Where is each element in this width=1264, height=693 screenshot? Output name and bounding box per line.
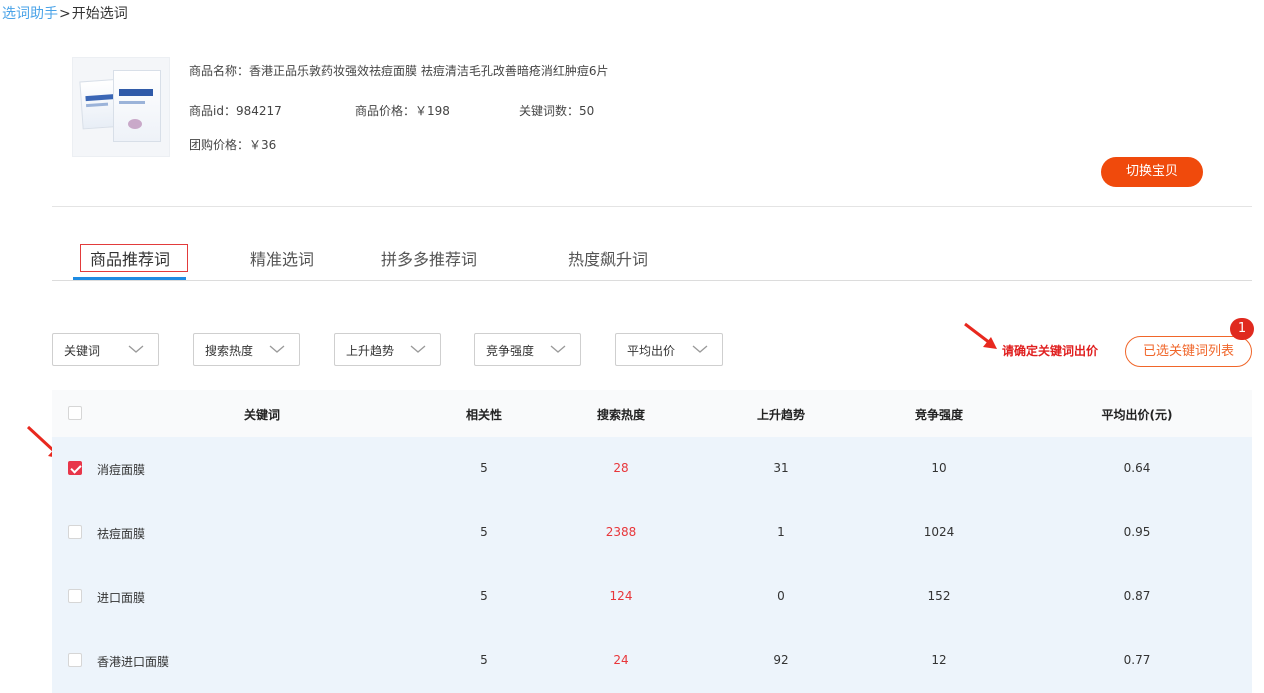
cell-keyword: 祛痘面膜 <box>97 527 146 541</box>
filter-search-heat-dropdown[interactable]: 搜索热度 <box>193 333 300 366</box>
filter-rising-trend-dropdown[interactable]: 上升趋势 <box>334 333 441 366</box>
selected-keywords-button[interactable]: 已选关键词列表 <box>1125 336 1252 367</box>
filter-label: 上升趋势 <box>346 344 395 358</box>
filter-label: 关键词 <box>64 344 101 358</box>
chevron-down-icon <box>692 345 708 353</box>
cell-keyword: 进口面膜 <box>97 591 146 605</box>
product-package-back <box>113 70 161 142</box>
filter-competition-dropdown[interactable]: 竞争强度 <box>474 333 581 366</box>
cell-avg-bid: 0.95 <box>1123 525 1151 539</box>
cell-relevance: 5 <box>480 461 488 475</box>
cell-competition: 1024 <box>923 525 955 539</box>
row-checkbox[interactable] <box>68 653 82 667</box>
cell-search-heat: 28 <box>613 461 629 475</box>
tab-product-recommended[interactable]: 商品推荐词 <box>90 246 170 270</box>
tab-active-underline <box>73 277 186 280</box>
select-all-checkbox[interactable] <box>68 406 82 420</box>
tab-precise-selection[interactable]: 精准选词 <box>250 246 314 270</box>
selected-count-badge: 1 <box>1230 318 1254 340</box>
cell-competition: 10 <box>931 461 947 475</box>
cell-avg-bid: 0.87 <box>1123 589 1151 603</box>
cell-keyword: 消痘面膜 <box>97 463 146 477</box>
breadcrumb: 选词助手>开始选词 <box>2 3 128 23</box>
cell-relevance: 5 <box>480 525 488 539</box>
table-header: 关键词 相关性 搜索热度 上升趋势 竞争强度 平均出价(元) <box>52 390 1252 437</box>
table-row[interactable]: 香港进口面膜 5 24 92 12 0.77 <box>52 629 1252 693</box>
row-checkbox[interactable] <box>68 461 82 475</box>
cell-avg-bid: 0.77 <box>1123 653 1151 667</box>
cell-keyword: 香港进口面膜 <box>97 655 170 669</box>
row-checkbox[interactable] <box>68 589 82 603</box>
cell-avg-bid: 0.64 <box>1123 461 1151 475</box>
breadcrumb-current: 开始选词 <box>71 6 128 22</box>
switch-product-button[interactable]: 切换宝贝 <box>1101 157 1203 187</box>
filter-keyword-dropdown[interactable]: 关键词 <box>52 333 159 366</box>
group-price: 团购价格：￥36 <box>189 138 277 152</box>
keyword-count: 关键词数：50 <box>519 104 595 118</box>
header-competition[interactable]: 竞争强度 <box>915 406 963 423</box>
cell-competition: 152 <box>927 589 951 603</box>
filter-label: 竞争强度 <box>486 344 535 358</box>
filter-label: 搜索热度 <box>205 344 254 358</box>
tab-trending-hot[interactable]: 热度飙升词 <box>568 246 648 270</box>
header-avg-bid[interactable]: 平均出价(元) <box>1102 406 1173 423</box>
product-image <box>72 57 170 157</box>
row-checkbox[interactable] <box>68 525 82 539</box>
tab-pinduoduo-recommended[interactable]: 拼多多推荐词 <box>381 246 477 270</box>
filter-label: 平均出价 <box>627 344 676 358</box>
table-row[interactable]: 祛痘面膜 5 2388 1 1024 0.95 <box>52 501 1252 565</box>
cell-rising-trend: 92 <box>773 653 789 667</box>
section-divider <box>52 206 1252 207</box>
tab-bar: 商品推荐词 精准选词 拼多多推荐词 热度飙升词 <box>52 240 1252 281</box>
chevron-down-icon <box>550 345 566 353</box>
cell-relevance: 5 <box>480 589 488 603</box>
product-name: 商品名称：香港正品乐敦药妆强效祛痘面膜 祛痘清洁毛孔改善暗疮消红肿痘6片 <box>189 64 609 78</box>
header-keyword[interactable]: 关键词 <box>244 406 280 423</box>
chevron-down-icon <box>410 345 426 353</box>
breadcrumb-separator: > <box>59 6 71 22</box>
product-price: 商品价格：￥198 <box>355 104 450 118</box>
cell-rising-trend: 31 <box>773 461 789 475</box>
cell-search-heat: 124 <box>609 589 633 603</box>
bid-hint-text: 请确定关键词出价 <box>1002 344 1099 358</box>
cell-rising-trend: 1 <box>777 525 785 539</box>
chevron-down-icon <box>128 345 144 353</box>
header-rising-trend[interactable]: 上升趋势 <box>757 406 805 423</box>
cell-search-heat: 24 <box>613 653 629 667</box>
cell-competition: 12 <box>931 653 947 667</box>
filter-avg-bid-dropdown[interactable]: 平均出价 <box>615 333 723 366</box>
cell-search-heat: 2388 <box>605 525 637 539</box>
cell-relevance: 5 <box>480 653 488 667</box>
product-id: 商品id：984217 <box>189 104 282 118</box>
table-row[interactable]: 进口面膜 5 124 0 152 0.87 <box>52 565 1252 629</box>
breadcrumb-link-keyword-assistant[interactable]: 选词助手 <box>2 6 58 22</box>
annotation-arrow-icon <box>964 322 997 349</box>
header-search-heat[interactable]: 搜索热度 <box>597 406 645 423</box>
cell-rising-trend: 0 <box>777 589 785 603</box>
table-row[interactable]: 消痘面膜 5 28 31 10 0.64 <box>52 437 1252 501</box>
header-relevance[interactable]: 相关性 <box>466 406 502 423</box>
chevron-down-icon <box>269 345 285 353</box>
